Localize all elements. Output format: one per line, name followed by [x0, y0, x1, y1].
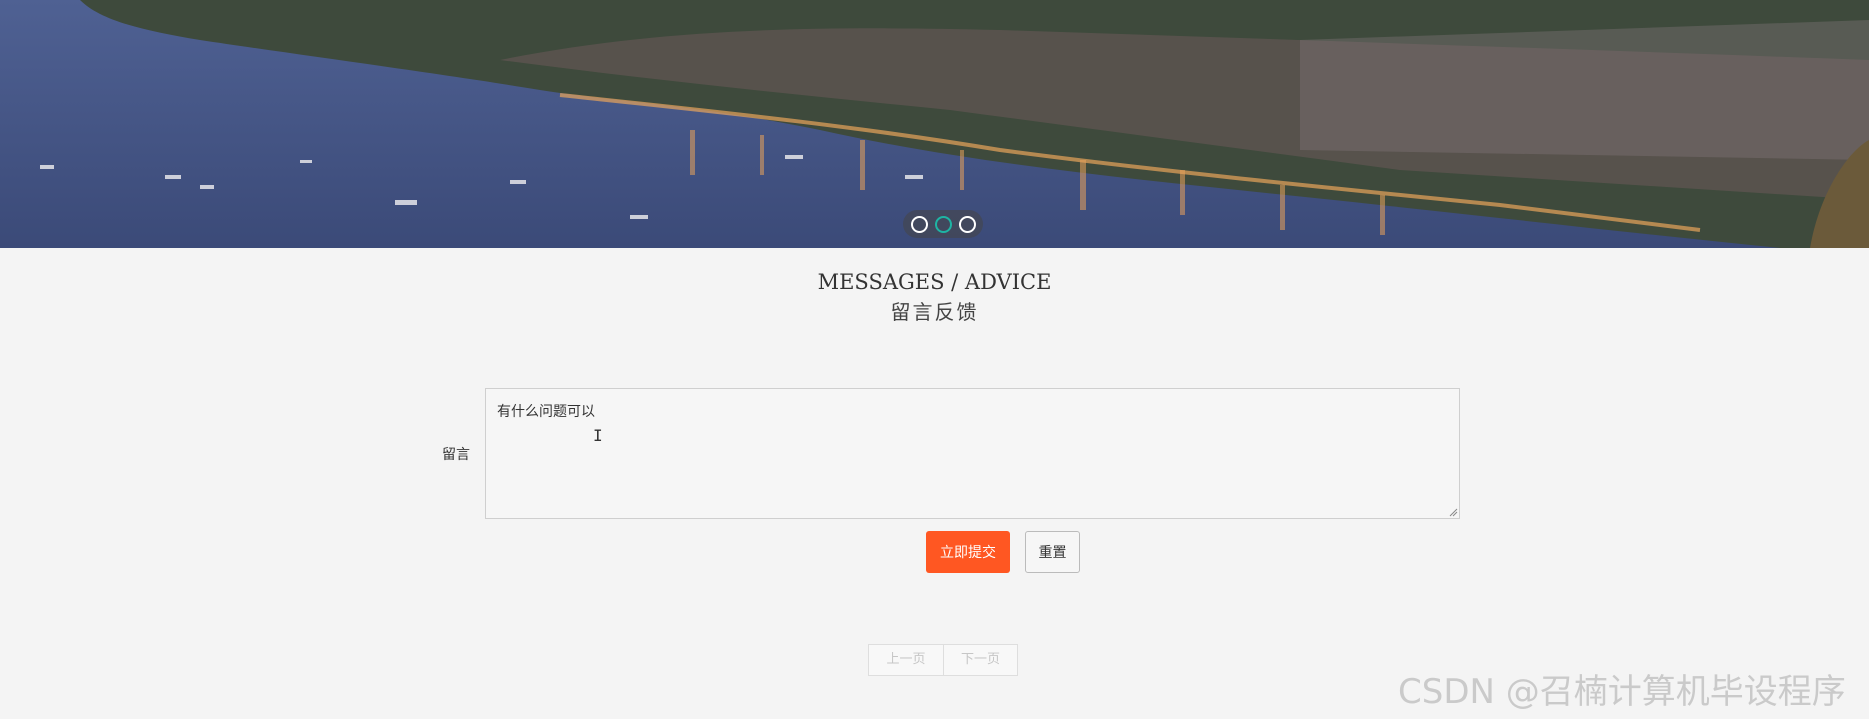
prev-page-button[interactable]: 上一页 — [869, 645, 943, 675]
text-cursor-icon: I — [593, 426, 603, 445]
section-title-chinese: 留言反馈 — [890, 300, 979, 324]
carousel-indicator — [903, 210, 983, 238]
reset-button[interactable]: 重置 — [1025, 531, 1080, 573]
carousel-dot-2-active[interactable] — [934, 215, 952, 233]
next-page-button[interactable]: 下一页 — [943, 645, 1017, 675]
message-textarea[interactable]: 有什么问题可以 — [485, 388, 1460, 519]
hero-banner — [0, 0, 1869, 248]
submit-button[interactable]: 立即提交 — [926, 531, 1010, 573]
carousel-dot-1[interactable] — [910, 215, 928, 233]
section-title-english: MESSAGES / ADVICE — [817, 270, 1052, 294]
resize-grip-icon[interactable] — [1448, 507, 1458, 517]
message-label: 留言 — [442, 447, 470, 463]
carousel-dot-3[interactable] — [958, 215, 976, 233]
watermark: CSDN @召楠计算机毕设程序 — [1398, 672, 1846, 712]
pagination: 上一页 下一页 — [868, 644, 1018, 676]
